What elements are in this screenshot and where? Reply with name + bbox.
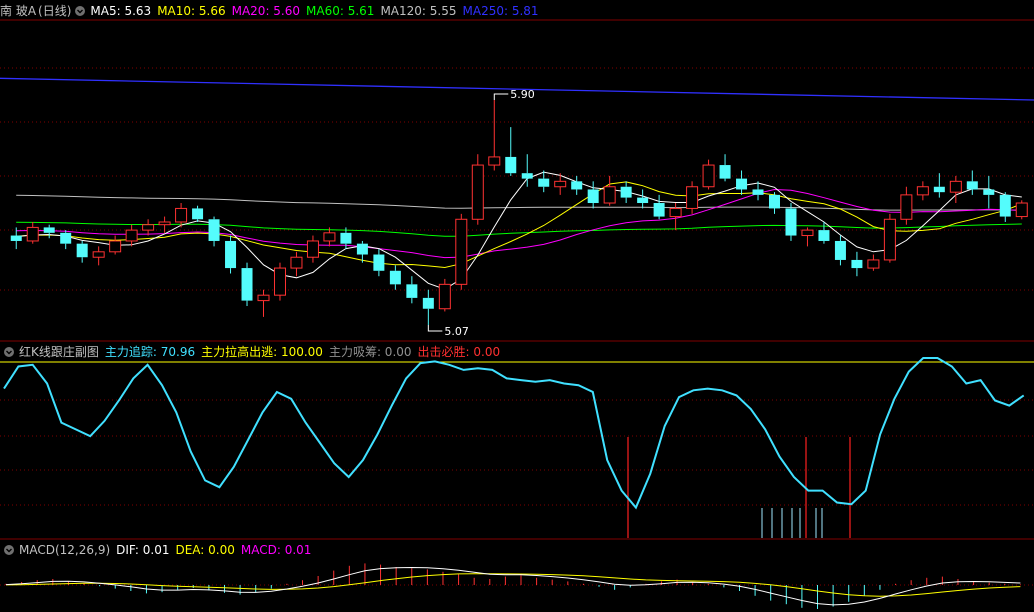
macd-title: MACD(12,26,9) [19, 543, 111, 557]
candle-down [225, 240, 237, 269]
macd-dif-line [5, 566, 1021, 606]
ma-value-5: MA250: 5.81 [462, 4, 539, 18]
candle-down [373, 254, 385, 271]
period-label: (日线) [38, 4, 72, 18]
candle-up [1015, 202, 1028, 218]
candle-up [686, 186, 699, 209]
gear-icon[interactable] [74, 5, 86, 17]
indicator-title: 红K线跟庄副图 [19, 345, 99, 359]
candle-up [158, 221, 171, 226]
ma-value-4: MA120: 5.55 [380, 4, 457, 18]
gear-icon[interactable] [3, 544, 15, 556]
high-price-label: 5.90 [510, 88, 534, 101]
candle-up [142, 224, 155, 231]
candle-up [290, 256, 303, 269]
candle-down [818, 230, 830, 241]
ma120-line [16, 194, 1022, 211]
candle-down [505, 156, 517, 174]
candle-up [949, 180, 962, 193]
stock-chart[interactable]: 5.90 5.07 [0, 0, 1034, 612]
indicator-value-2: 主力吸筹: 0.00 [328, 345, 412, 359]
candle-down [538, 178, 550, 187]
candle-down [356, 243, 368, 255]
low-price-label: 5.07 [444, 325, 469, 338]
candle-down [933, 186, 945, 193]
candle-down [620, 186, 632, 198]
candle-up [306, 240, 319, 258]
ma-values: MA5: 5.63 MA10: 5.66 MA20: 5.60 MA60: 5.61 M… [90, 2, 544, 20]
macd-value-0: DIF: 0.01 [116, 543, 170, 557]
candle-down [340, 232, 352, 244]
candle-down [571, 181, 583, 190]
candle-up [92, 251, 105, 258]
candle-up [554, 180, 567, 188]
ma-value-3: MA60: 5.61 [306, 4, 375, 18]
candle-up [323, 232, 336, 242]
ma5-line [16, 171, 1022, 290]
candle-up [438, 283, 451, 310]
candle-up [273, 267, 286, 296]
indicator-value-0: 主力追踪: 70.96 [104, 345, 196, 359]
candle-up [702, 164, 715, 188]
candle-up [488, 156, 501, 166]
high-marker-line [493, 93, 509, 100]
candle-down [999, 194, 1011, 217]
candle-down [785, 208, 797, 236]
candle-down [389, 270, 401, 285]
candle-down [752, 189, 764, 195]
candle-up [801, 229, 814, 237]
candle-up [455, 218, 468, 285]
candle-up [916, 186, 929, 196]
candle-up [669, 207, 682, 218]
candle-down [43, 227, 55, 233]
macd-value-1: DEA: 0.00 [175, 543, 235, 557]
macd-values: DIF: 0.01 DEA: 0.00 MACD: 0.01 [116, 541, 317, 559]
indicator-panel-legend: 红K线跟庄副图 主力追踪: 70.96 主力拉高出逃: 100.00 主力吸筹: 0… [0, 343, 506, 361]
indicator-value-3: 出击必胜: 0.00 [417, 345, 501, 359]
candle-up [867, 259, 880, 269]
candle-down [769, 194, 780, 209]
indicator-value-1: 主力拉高出逃: 100.00 [201, 345, 323, 359]
macd-value-2: MACD: 0.01 [240, 543, 312, 557]
candle-up [109, 240, 122, 253]
ma-value-2: MA20: 5.60 [231, 4, 301, 18]
indicator-values: 主力追踪: 70.96 主力拉高出逃: 100.00 主力吸筹: 0.00 出击必胜:… [105, 343, 506, 361]
stock-name: 南 玻A [0, 4, 37, 18]
candle-down [241, 268, 253, 301]
low-marker-line [427, 325, 443, 332]
candle-down [406, 284, 418, 298]
candle-down [10, 235, 22, 241]
candle-down [422, 297, 434, 309]
candle-down [587, 189, 599, 204]
candle-down [736, 178, 748, 190]
candle-up [900, 194, 913, 220]
candle-down [60, 232, 72, 244]
price-panel-legend: 南 玻A (日线) MA5: 5.63 MA10: 5.66 MA20: 5.60 M… [0, 2, 545, 20]
candle-down [521, 173, 533, 179]
candle-up [125, 229, 138, 242]
candle-down [966, 181, 978, 190]
candle-up [26, 226, 39, 242]
candle-up [257, 294, 270, 302]
ma-value-1: MA10: 5.66 [157, 4, 226, 18]
candle-down [834, 240, 846, 260]
candle-down [719, 165, 731, 179]
ma-value-0: MA5: 5.63 [90, 4, 152, 18]
candle-up [603, 186, 616, 204]
candle-down [983, 189, 995, 195]
candle-down [653, 203, 665, 217]
gear-icon[interactable] [3, 346, 15, 358]
candle-down [851, 259, 863, 269]
candle-up [883, 218, 896, 261]
candle-up [175, 207, 188, 223]
main-force-track-line [3, 357, 1025, 510]
candle-down [208, 219, 220, 241]
candle-down [76, 243, 88, 258]
macd-panel-legend: MACD(12,26,9) DIF: 0.01 DEA: 0.00 MACD: 0.… [0, 541, 317, 559]
candle-down [637, 197, 649, 204]
candle-down [192, 208, 204, 220]
candle-up [471, 164, 484, 220]
